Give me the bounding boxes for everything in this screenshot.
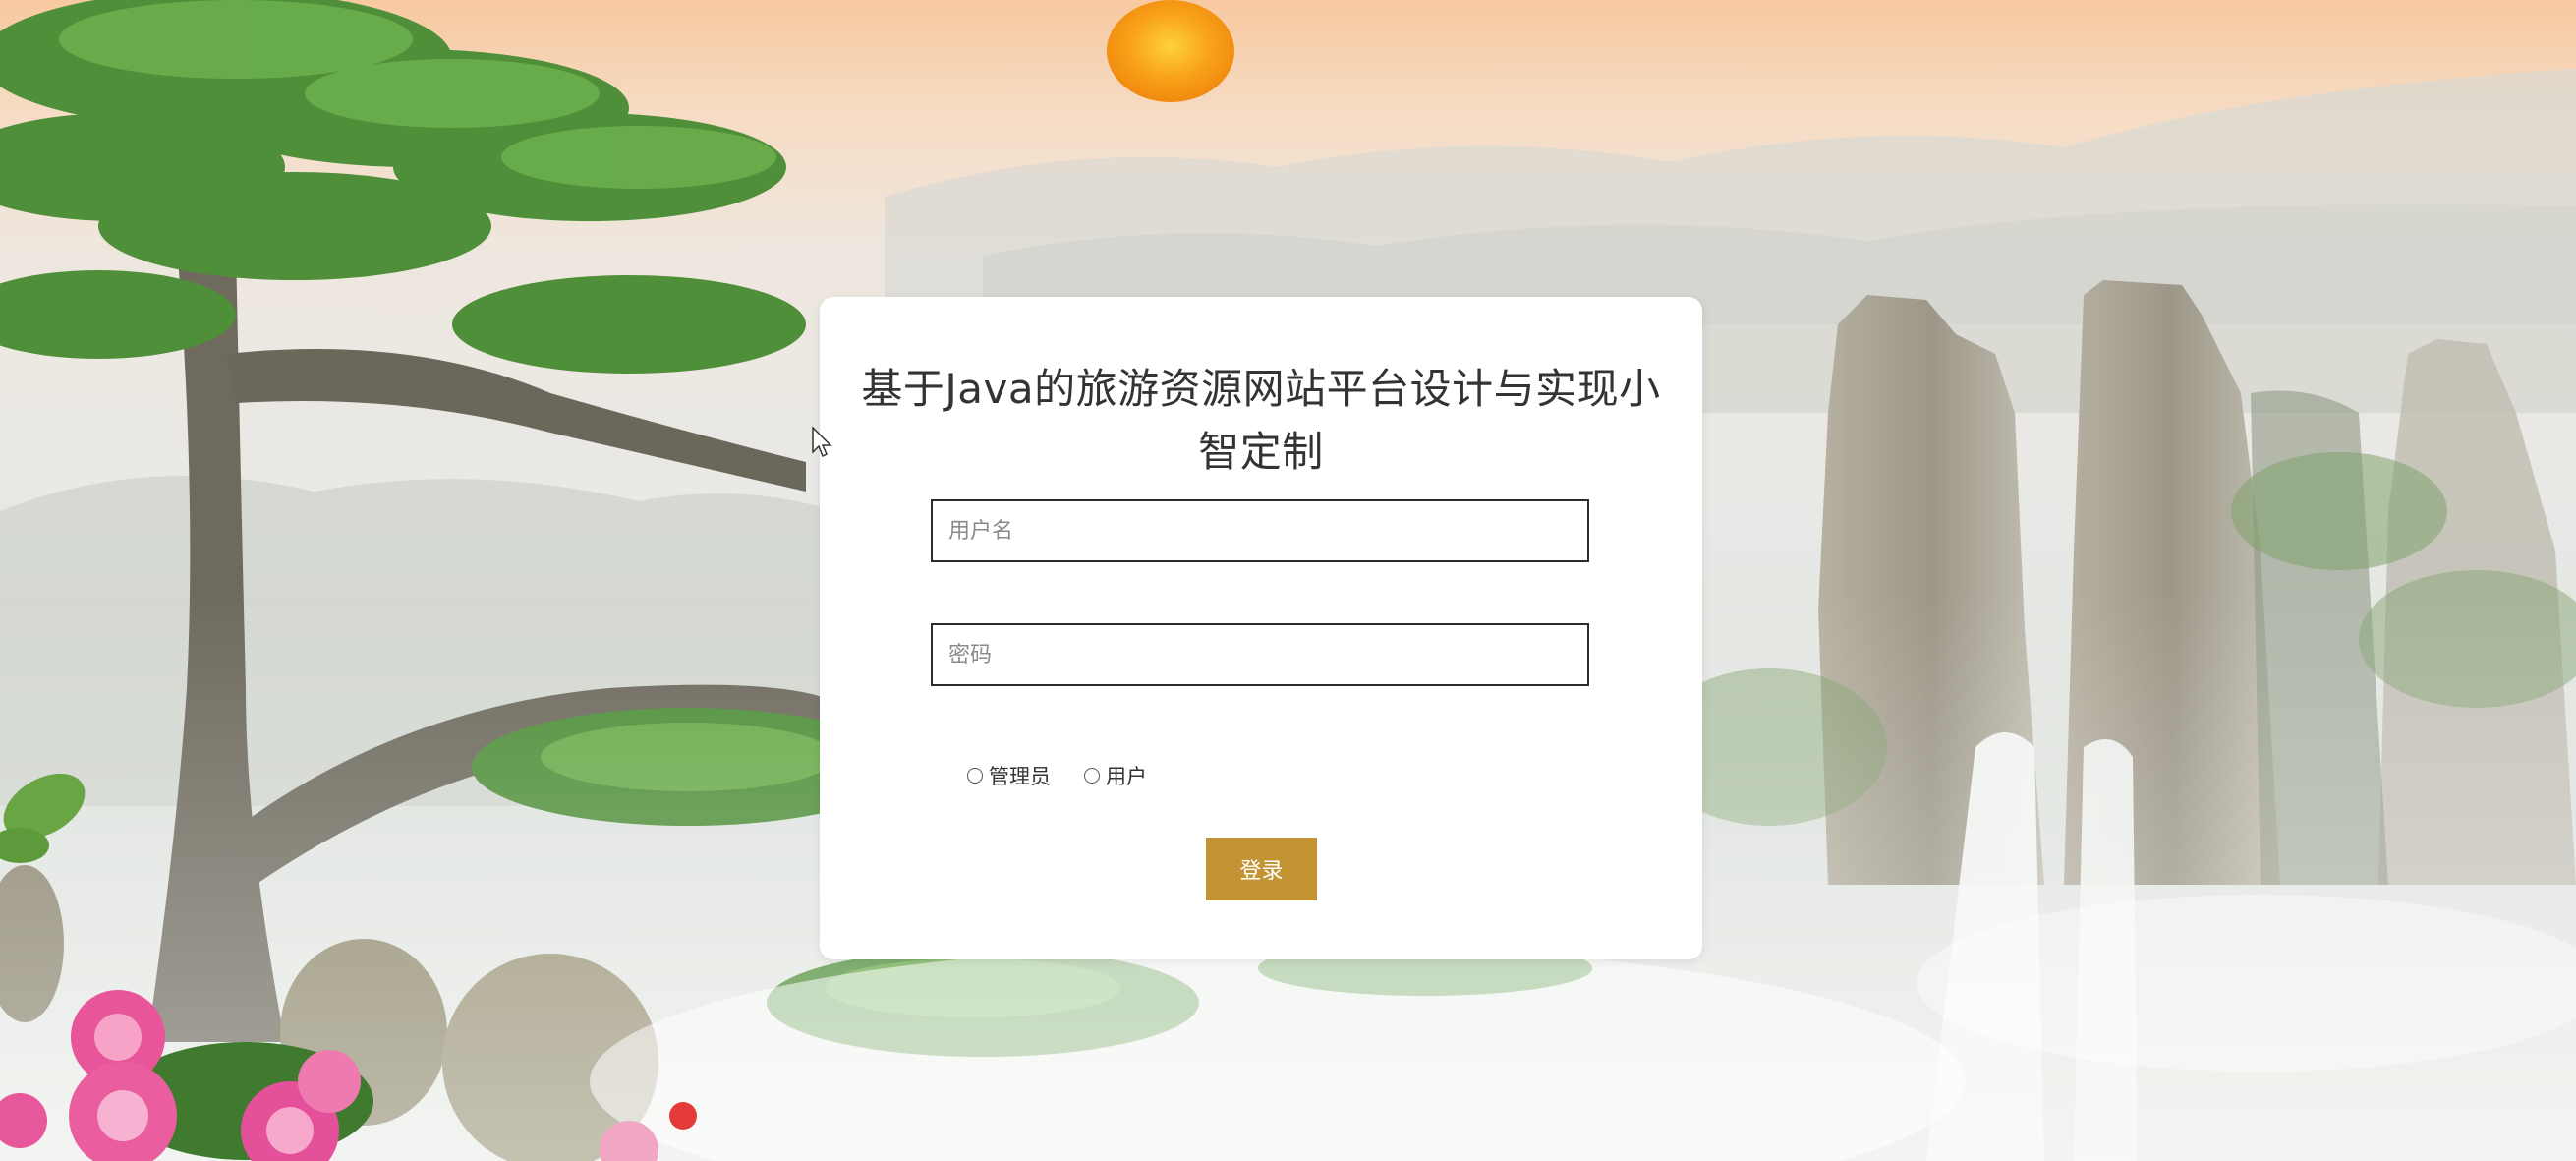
username-input[interactable]: [933, 501, 1587, 560]
user-radio[interactable]: [1084, 768, 1100, 784]
password-input[interactable]: [933, 625, 1587, 684]
role-label-admin: 管理员: [989, 765, 1051, 788]
password-field[interactable]: [931, 623, 1589, 686]
role-option-user[interactable]: 用户: [1084, 761, 1147, 790]
admin-radio[interactable]: [967, 768, 983, 784]
role-selector: 管理员 用户: [967, 761, 1180, 790]
login-button[interactable]: 登录: [1206, 838, 1317, 900]
mouse-cursor-icon: [812, 427, 832, 458]
login-card: 基于Java的旅游资源网站平台设计与实现小智定制 管理员 用户 登录: [820, 297, 1702, 959]
page-title: 基于Java的旅游资源网站平台设计与实现小智定制: [861, 365, 1661, 476]
role-label-user: 用户: [1106, 765, 1147, 788]
username-field[interactable]: [931, 499, 1589, 562]
role-option-admin[interactable]: 管理员: [967, 761, 1051, 790]
